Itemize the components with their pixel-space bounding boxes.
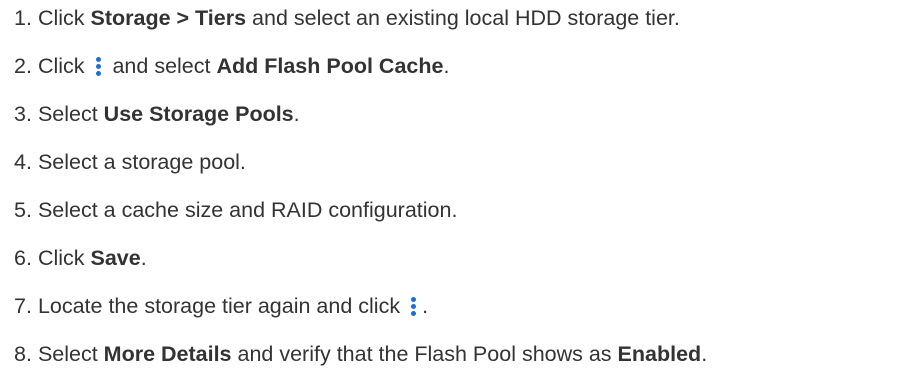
step-8: 8. Select More Details and verify that th…: [14, 339, 707, 369]
ui-term-add-flash-pool-cache: Add Flash Pool Cache: [216, 54, 444, 78]
step-number: 3.: [14, 102, 32, 126]
step-text: Select: [37, 102, 104, 126]
step-number: 5.: [14, 198, 32, 222]
kebab-menu-icon: [92, 56, 106, 76]
step-5: 5. Select a cache size and RAID configura…: [14, 195, 457, 225]
ui-term-storage-tiers: Storage > Tiers: [90, 6, 247, 30]
step-text: and verify that the Flash Pool shows as: [231, 342, 618, 366]
step-7: 7. Locate the storage tier again and clic…: [14, 291, 428, 321]
step-text: Select: [37, 342, 104, 366]
ui-term-more-details: More Details: [103, 342, 232, 366]
step-number: 8.: [14, 342, 32, 366]
step-1: 1. Click Storage > Tiers and select an ex…: [14, 3, 680, 33]
step-text: .: [422, 294, 429, 318]
step-number: 2.: [14, 54, 32, 78]
kebab-menu-icon: [407, 296, 421, 316]
step-number: 4.: [14, 150, 32, 174]
step-text: and select an existing local HDD storage…: [246, 6, 680, 30]
step-6: 6. Click Save.: [14, 243, 147, 273]
step-text: .: [140, 246, 147, 270]
step-text: .: [701, 342, 708, 366]
ui-term-enabled: Enabled: [617, 342, 702, 366]
step-text: Locate the storage tier again and click: [37, 294, 407, 318]
step-text: .: [293, 102, 300, 126]
step-text: Click: [37, 54, 91, 78]
step-4: 4. Select a storage pool.: [14, 147, 246, 177]
ui-term-use-storage-pools: Use Storage Pools: [103, 102, 294, 126]
step-text: Click: [37, 6, 91, 30]
step-2: 2. Click and select Add Flash Pool Cache.: [14, 51, 449, 81]
step-number: 1.: [14, 6, 32, 30]
step-text: Select a cache size and RAID configurati…: [37, 198, 458, 222]
step-text: Click: [37, 246, 91, 270]
step-3: 3. Select Use Storage Pools.: [14, 99, 300, 129]
ui-term-save: Save: [90, 246, 141, 270]
step-text: .: [443, 54, 450, 78]
step-number: 6.: [14, 246, 32, 270]
step-text: Select a storage pool.: [37, 150, 246, 174]
step-number: 7.: [14, 294, 32, 318]
step-text: and select: [106, 54, 217, 78]
